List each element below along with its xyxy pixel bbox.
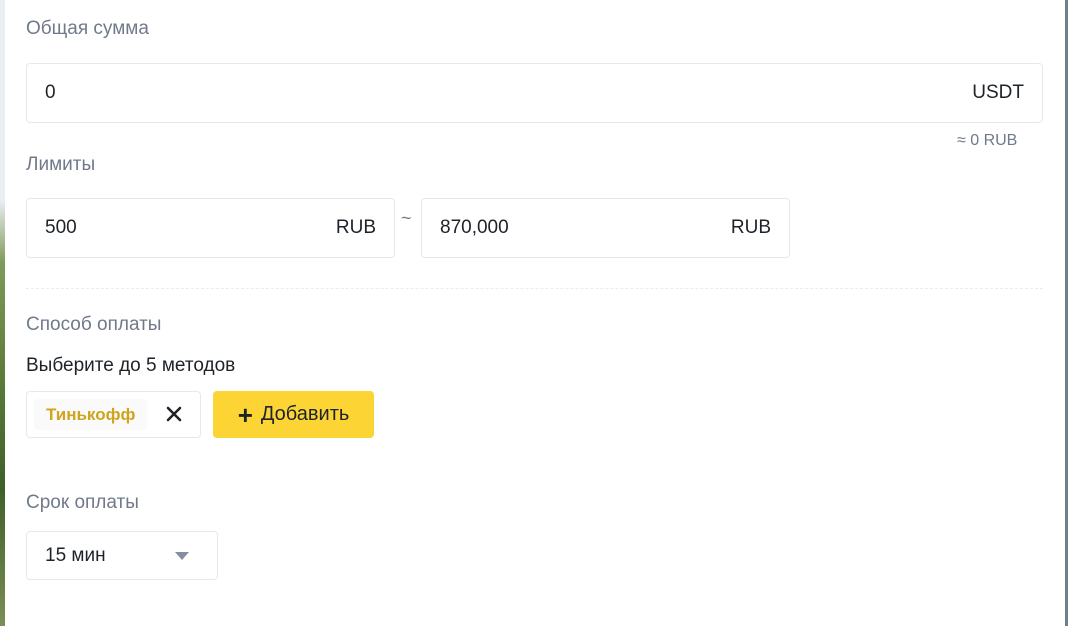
close-icon[interactable] bbox=[163, 403, 185, 425]
payment-method-chip: Тинькофф bbox=[26, 391, 201, 438]
limits-label: Лимиты bbox=[26, 154, 96, 175]
payment-method-label: Способ оплаты bbox=[26, 314, 162, 335]
payment-method-tag: Тинькофф bbox=[34, 399, 148, 430]
plus-icon: + bbox=[237, 399, 253, 430]
limit-min-value: 500 bbox=[45, 217, 77, 238]
limit-min-field[interactable]: 500 RUB bbox=[26, 198, 395, 258]
payment-term-select[interactable]: 15 мин bbox=[26, 531, 218, 580]
limits-separator: ~ bbox=[401, 208, 412, 228]
limit-max-field[interactable]: 870,000 RUB bbox=[421, 198, 790, 258]
total-amount-unit: USDT bbox=[972, 82, 1024, 103]
caret-down-icon bbox=[175, 551, 189, 560]
total-approx-rub: ≈ 0 RUB bbox=[957, 132, 1018, 149]
add-payment-method-button[interactable]: + Добавить bbox=[213, 391, 374, 438]
ad-form-panel: Общая сумма 0 USDT ≈ 0 RUB Лимиты 500 RU… bbox=[5, 0, 1065, 626]
limit-max-unit: RUB bbox=[730, 217, 771, 238]
limit-min-unit: RUB bbox=[335, 217, 376, 238]
total-amount-value: 0 bbox=[45, 82, 56, 103]
payment-method-hint: Выберите до 5 методов bbox=[26, 355, 236, 376]
limit-max-value: 870,000 bbox=[440, 217, 509, 238]
section-divider bbox=[26, 288, 1043, 289]
payment-term-label: Срок оплаты bbox=[26, 492, 139, 513]
add-payment-method-label: Добавить bbox=[260, 403, 350, 425]
total-amount-field[interactable]: 0 USDT bbox=[26, 63, 1043, 123]
total-amount-label: Общая сумма bbox=[26, 18, 149, 39]
payment-term-value: 15 мин bbox=[45, 544, 106, 566]
